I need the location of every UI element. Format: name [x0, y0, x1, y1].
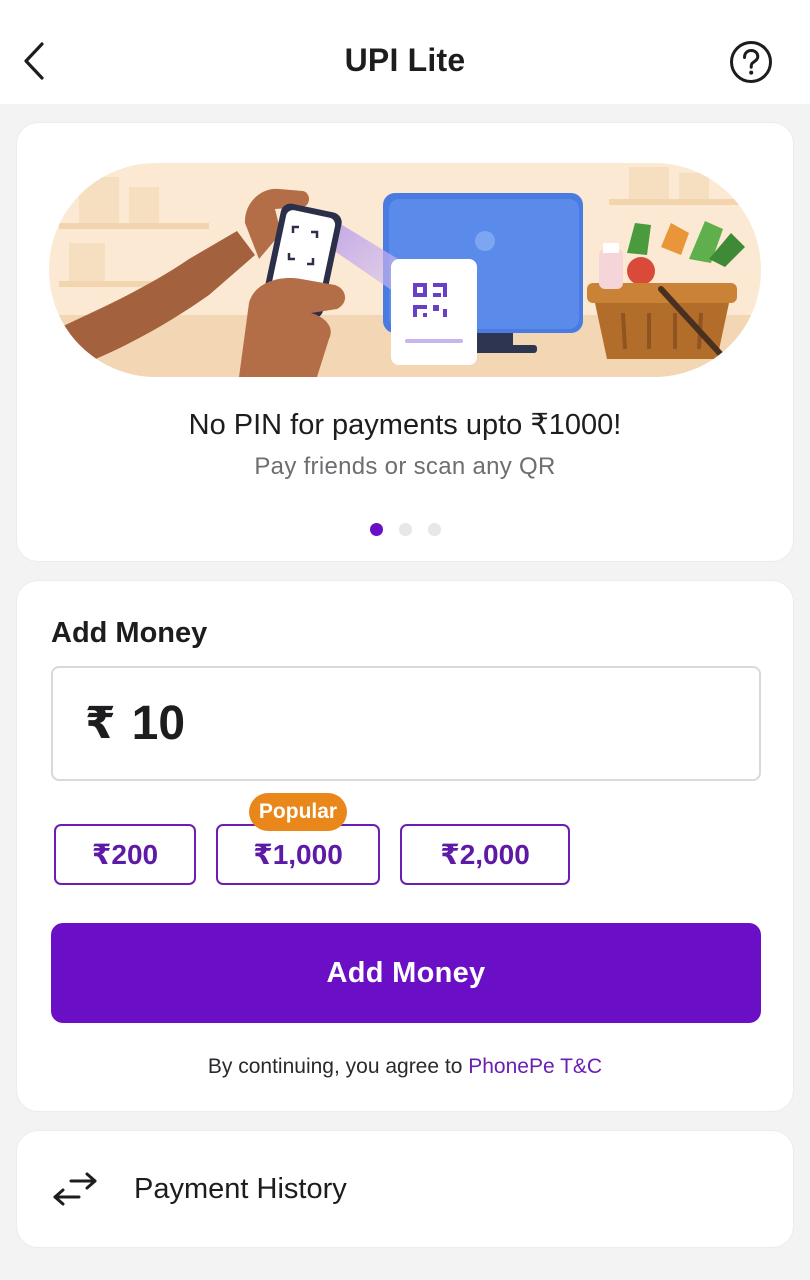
rupee-symbol: ₹ [85, 699, 116, 748]
quick-amount-1000-button[interactable]: ₹1,000 [216, 824, 380, 885]
banner-title: No PIN for payments upto ₹1000! [188, 409, 622, 441]
carousel-dots [17, 523, 793, 536]
question-circle-icon [730, 41, 772, 83]
payment-history-label: Payment History [134, 1173, 347, 1205]
terms-prefix: By continuing, you agree to [207, 1055, 469, 1078]
top-bar: UPI Lite [0, 0, 810, 104]
add-money-heading: Add Money [51, 617, 208, 649]
payment-history-row[interactable]: Payment History [16, 1130, 794, 1248]
terms-link[interactable]: PhonePe T&C [468, 1055, 602, 1078]
carousel-dot-3[interactable] [427, 523, 441, 536]
amount-input[interactable]: ₹ 10 [51, 666, 761, 781]
carousel-dot-1[interactable] [369, 523, 383, 536]
banner-subtitle: Pay friends or scan any QR [254, 453, 556, 480]
add-money-button[interactable]: Add Money [51, 923, 761, 1023]
amount-value: 10 [131, 697, 186, 750]
terms-text: By continuing, you agree to PhonePe T&C [17, 1055, 793, 1079]
quick-amount-200-button[interactable]: ₹200 [54, 824, 196, 885]
quick-amount-2000-button[interactable]: ₹2,000 [400, 824, 570, 885]
carousel-dot-2[interactable] [398, 523, 412, 536]
banner-carousel[interactable]: No PIN for payments upto ₹1000! Pay frie… [16, 122, 794, 562]
upi-lite-banner-illustration [49, 163, 761, 377]
page-title: UPI Lite [344, 42, 466, 78]
transfer-arrows-icon [53, 1172, 97, 1206]
help-button[interactable] [729, 40, 773, 84]
popular-badge: Popular [249, 793, 347, 831]
add-money-card: Add Money ₹ 10 ₹200 ₹1,000 ₹2,000 Popula… [16, 580, 794, 1112]
